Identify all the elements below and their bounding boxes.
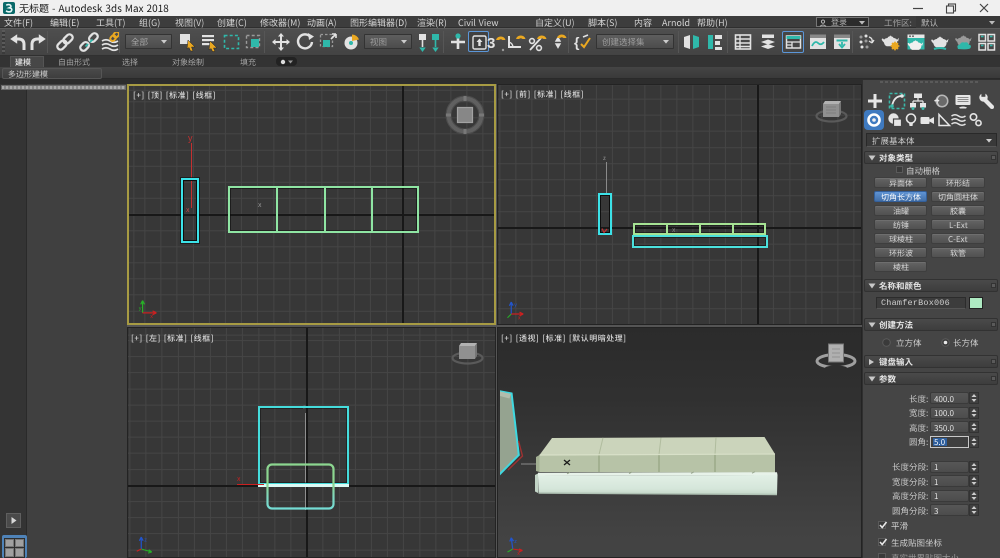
svg-text:x: x [150,314,153,319]
svg-text:3: 3 [487,35,495,52]
svg-text:z: z [144,538,147,544]
svg-text:{: { [574,34,580,50]
svg-text:y: y [514,303,517,309]
svg-text:y: y [139,306,142,312]
svg-text:x: x [518,315,521,320]
svg-text:y: y [188,133,193,143]
svg-text:z: z [514,539,517,545]
svg-text:x: x [517,551,520,555]
